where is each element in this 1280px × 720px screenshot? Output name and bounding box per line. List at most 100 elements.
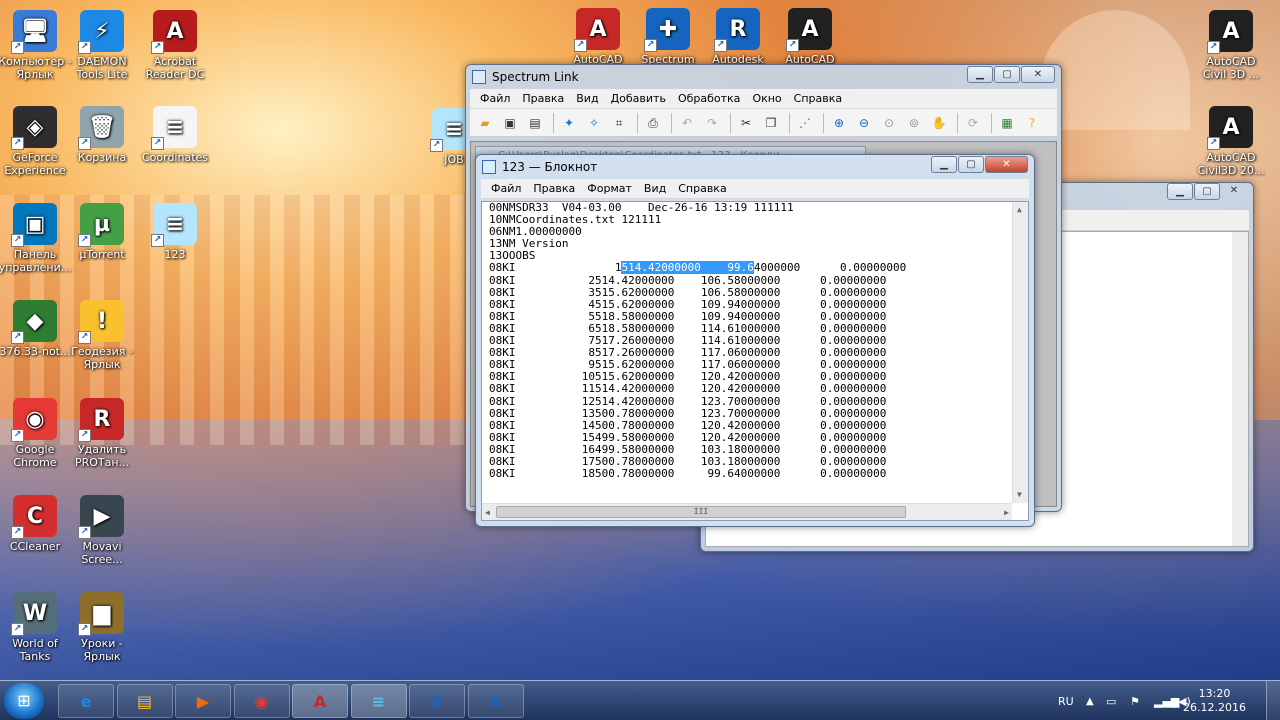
action-center-icon[interactable]: ⚑ xyxy=(1130,681,1140,720)
zoom-out-icon[interactable]: ⊖ xyxy=(855,114,873,132)
zoom-window-icon[interactable]: ⊙ xyxy=(880,114,898,132)
minimize-button[interactable]: ▁ xyxy=(1167,183,1193,200)
redo-icon[interactable]: ↷ xyxy=(703,114,721,132)
notepad-menu-item[interactable]: Справка xyxy=(672,182,732,195)
horizontal-scroll-thumb[interactable]: III xyxy=(496,506,906,518)
scroll-down-icon[interactable]: ▼ xyxy=(1017,489,1022,501)
desktop-icon[interactable]: A ↗ AutoCAD xyxy=(560,8,636,66)
taskbar-button[interactable]: S xyxy=(467,684,524,718)
desktop-icon[interactable]: ◆ ↗ 376.33-not... xyxy=(0,300,73,358)
network-icon[interactable]: ▂▄▆ xyxy=(1154,681,1179,720)
taskbar-button[interactable]: S xyxy=(409,684,465,718)
spectrum-icon: ✚ ↗ xyxy=(644,8,690,52)
notepad-menu-item[interactable]: Вид xyxy=(638,182,672,195)
maximize-button[interactable]: ▢ xyxy=(958,156,984,173)
desktop-icon[interactable]: ◉ ↗ Google Chrome xyxy=(0,398,73,469)
desktop-icon[interactable]: C ↗ CCleaner xyxy=(0,495,73,553)
desktop-icon[interactable]: A ↗ AutoCAD xyxy=(772,8,848,66)
desktop-icon-label: Movavi Scree... xyxy=(81,540,123,566)
spectrum-menu-item[interactable]: Обработка xyxy=(672,92,746,105)
spectrum-menu-item[interactable]: Файл xyxy=(474,92,516,105)
desktop-icon[interactable]: A ↗ AutoCAD Civil3D 20... xyxy=(1193,106,1269,177)
spectrum-menu-item[interactable]: Добавить xyxy=(605,92,672,105)
notepad-menu-item[interactable]: Файл xyxy=(485,182,527,195)
close-button[interactable]: ✕ xyxy=(1221,183,1247,200)
notepad-window[interactable]: 123 — Блокнот ▁ ▢ ✕ Файл Правка Формат Вид С… xyxy=(475,154,1035,527)
desktop-icon[interactable]: µ ↗ µTorrent xyxy=(64,203,140,261)
minimize-button[interactable]: ▁ xyxy=(967,66,993,83)
taskbar-button[interactable]: ◉ xyxy=(233,684,290,718)
spectrum-menu-item[interactable]: Правка xyxy=(516,92,570,105)
table-icon[interactable]: ▦ xyxy=(998,114,1016,132)
zoom-in-icon[interactable]: ⊕ xyxy=(830,114,848,132)
desktop-icon[interactable]: ◈ ↗ GeForce Experience xyxy=(0,106,73,177)
scroll-up-icon[interactable]: ▲ xyxy=(1017,204,1022,216)
notepad-menu-item[interactable]: Формат xyxy=(581,182,638,195)
shortcut-arrow-icon: ↗ xyxy=(78,623,91,636)
desktop-icon[interactable]: ▆ ↗ Уроки - Ярлык xyxy=(64,592,140,663)
explorer-icon: ▤ xyxy=(136,691,153,711)
editor-text[interactable]: 00NMSDR33 V04-03.00 Dec-26-16 13:19 1111… xyxy=(482,202,1028,480)
desktop-icon[interactable]: ▶ ↗ Movavi Scree... xyxy=(64,495,140,566)
desktop-icon[interactable]: ⚡ ↗ DAEMON Tools Lite xyxy=(64,10,140,81)
save-all-icon[interactable]: ▤ xyxy=(526,114,544,132)
pan-icon[interactable]: ✋ xyxy=(930,114,948,132)
desktop-icon[interactable]: ≡ ↗ 123 xyxy=(137,203,213,261)
close-button[interactable]: ✕ xyxy=(1021,66,1055,83)
desktop-icon[interactable]: ▣ ↗ Панель управлени... xyxy=(0,203,73,274)
taskbar-button[interactable]: ▶ xyxy=(175,684,231,718)
horizontal-scrollbar[interactable]: ◀ III ▶ xyxy=(482,503,1012,520)
scroll-right-icon[interactable]: ▶ xyxy=(1004,507,1009,519)
taskbar-button[interactable]: e xyxy=(58,684,114,718)
desktop-icon[interactable]: ! ↗ Геодезия - Ярлык xyxy=(64,300,140,371)
taskbar-button[interactable]: ≡ xyxy=(350,684,407,718)
add-code-icon[interactable]: ⌗ xyxy=(610,114,628,132)
geforce-icon: ◈ ↗ xyxy=(11,106,57,150)
shortcut-arrow-icon: ↗ xyxy=(78,137,91,150)
add-line-icon[interactable]: ✧ xyxy=(585,114,603,132)
tray-app-icon[interactable]: ▭ xyxy=(1106,681,1116,720)
scroll-left-icon[interactable]: ◀ xyxy=(485,507,490,519)
language-indicator[interactable]: RU xyxy=(1058,681,1074,720)
open-icon[interactable]: ▰ xyxy=(476,114,494,132)
desktop-icon[interactable]: W ↗ World of Tanks xyxy=(0,592,73,663)
help-icon[interactable]: ? xyxy=(1023,114,1041,132)
print-icon[interactable]: ⎙ xyxy=(644,114,662,132)
desktop-icon[interactable]: 🖥 ↗ Компьютер - Ярлык xyxy=(0,10,73,81)
tray-expand-icon[interactable]: ▲ xyxy=(1086,681,1094,720)
spectrum-menu-item[interactable]: Окно xyxy=(746,92,787,105)
add-point-icon[interactable]: ✦ xyxy=(560,114,578,132)
taskbar-button[interactable]: A xyxy=(292,684,348,718)
desktop-icon[interactable]: 🗑 ↗ Корзина xyxy=(64,106,140,164)
close-button[interactable]: ✕ xyxy=(985,156,1028,173)
desktop-icon[interactable]: A ↗ Acrobat Reader DC xyxy=(137,10,213,81)
zoom-extents-icon[interactable]: ⊚ xyxy=(905,114,923,132)
show-desktop-button[interactable] xyxy=(1266,681,1280,720)
text-selection[interactable]: 514.42000000 99.6 xyxy=(621,261,754,275)
notepad-editor[interactable]: 00NMSDR33 V04-03.00 Dec-26-16 13:19 1111… xyxy=(481,201,1029,521)
desktop-icon[interactable]: A ↗ AutoCAD Civil 3D ... xyxy=(1193,10,1269,81)
notepad-menu-item[interactable]: Правка xyxy=(527,182,581,195)
maximize-button[interactable]: ▢ xyxy=(994,66,1020,83)
desktop-icon-label: GeForce Experience xyxy=(4,151,66,177)
spectrum-menu-item[interactable]: Вид xyxy=(570,92,604,105)
vertical-scrollbar[interactable] xyxy=(1232,232,1248,546)
save-icon[interactable]: ▣ xyxy=(501,114,519,132)
taskbar-button[interactable]: ▤ xyxy=(116,684,173,718)
maximize-button[interactable]: ▢ xyxy=(1194,183,1220,200)
refresh-icon[interactable]: ⟳ xyxy=(964,114,982,132)
cut-icon[interactable]: ✂ xyxy=(737,114,755,132)
copy-icon[interactable]: ❐ xyxy=(762,114,780,132)
desktop-icon[interactable]: R ↗ Autodesk xyxy=(700,8,776,66)
shortcut-arrow-icon: ↗ xyxy=(11,234,24,247)
start-button[interactable]: ⊞ xyxy=(4,683,44,719)
minimize-button[interactable]: ▁ xyxy=(931,156,957,173)
desktop-icon[interactable]: ✚ ↗ Spectrum xyxy=(630,8,706,66)
desktop-icon[interactable]: ≡ ↗ Coordinates xyxy=(137,106,213,164)
spectrum-menu-item[interactable]: Справка xyxy=(788,92,848,105)
point-icon[interactable]: ⋰ xyxy=(796,114,814,132)
desktop-icon[interactable]: R ↗ Удалить PROTан... xyxy=(64,398,140,469)
clock[interactable]: 13:20 26.12.2016 xyxy=(1183,687,1246,715)
vertical-scrollbar[interactable]: ▲ ▼ xyxy=(1012,202,1028,503)
undo-icon[interactable]: ↶ xyxy=(678,114,696,132)
